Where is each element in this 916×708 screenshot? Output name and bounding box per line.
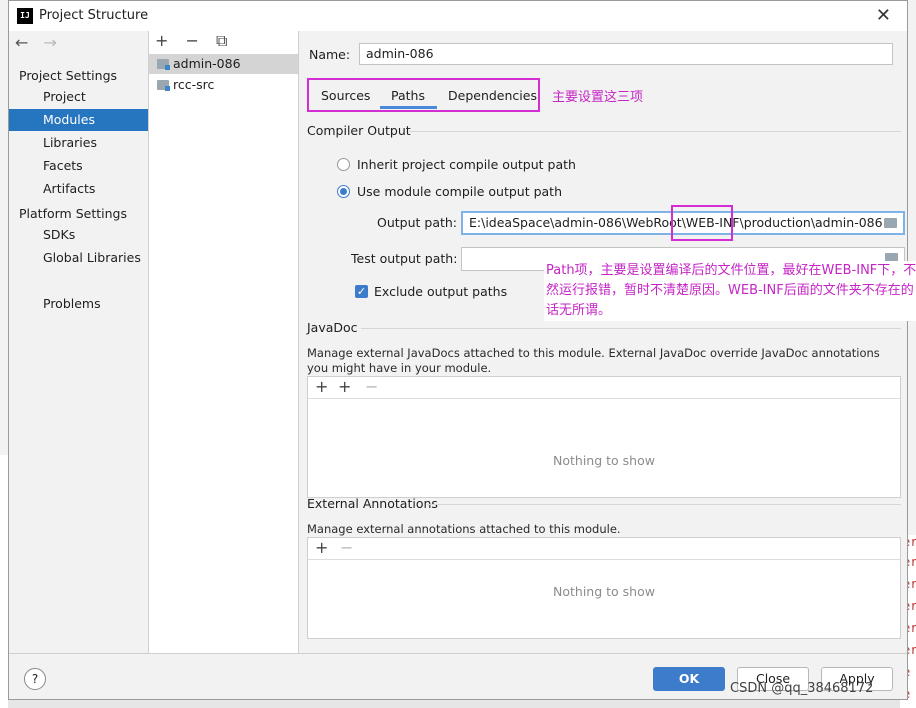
forward-arrow-icon[interactable]: → — [44, 33, 57, 52]
use-module-output-label: Use module compile output path — [357, 184, 563, 199]
javadoc-toolbar: + + − — [308, 377, 900, 399]
remove-module-icon[interactable]: − — [186, 31, 199, 50]
remove-annotation-icon[interactable]: − — [340, 538, 353, 557]
nav-item-artifacts[interactable]: Artifacts — [9, 178, 148, 200]
window-title: Project Structure — [39, 8, 149, 23]
help-button[interactable]: ? — [24, 668, 46, 690]
module-item-rcc-src[interactable]: rcc-src — [149, 75, 298, 95]
module-folder-icon — [157, 80, 170, 91]
tabs-highlight-annotation: Sources Paths Dependencies — [307, 78, 540, 112]
nav-item-modules[interactable]: Modules — [9, 109, 148, 131]
section-divider — [361, 328, 901, 329]
modules-toolbar: + − ⧉ — [155, 31, 239, 53]
test-output-path-label: Test output path: — [351, 251, 458, 266]
web-inf-highlight-annotation — [671, 205, 733, 241]
browse-folder-icon[interactable] — [884, 218, 897, 228]
add-javadoc-icon[interactable]: + — [315, 377, 328, 396]
external-annotations-description: Manage external annotations attached to … — [307, 522, 621, 536]
active-tab-indicator — [380, 106, 437, 109]
project-structure-dialog: IJ Project Structure ✕ ← → Project Setti… — [8, 0, 916, 700]
javadoc-empty-text: Nothing to show — [553, 453, 655, 468]
tab-sources[interactable]: Sources — [321, 88, 370, 108]
external-annotations-toolbar: + − — [308, 538, 900, 560]
add-javadoc-url-icon[interactable]: + — [338, 377, 351, 396]
section-divider — [409, 131, 901, 132]
javadoc-description: Manage external JavaDocs attached to thi… — [307, 346, 880, 375]
module-detail-panel: Name: admin-086 Sources Paths Dependenci… — [299, 31, 916, 653]
module-name-input[interactable]: admin-086 — [359, 43, 893, 65]
project-settings-header: Project Settings — [19, 68, 118, 83]
nav-arrows: ← → — [15, 33, 67, 52]
intellij-app-icon: IJ — [17, 8, 33, 24]
external-annotations-empty-text: Nothing to show — [553, 584, 655, 599]
module-folder-icon — [157, 59, 170, 70]
remove-javadoc-icon[interactable]: − — [365, 377, 378, 396]
copy-module-icon[interactable]: ⧉ — [216, 31, 227, 50]
paths-annotation-text: Path项，主要是设置编译后的文件位置，最好在WEB-INF下，不然运行报错，暂… — [544, 261, 916, 321]
nav-item-problems[interactable]: Problems — [9, 293, 148, 315]
javadoc-list-panel: + + − Nothing to show — [307, 376, 901, 498]
nav-item-project[interactable]: Project — [9, 86, 148, 108]
external-annotations-title: External Annotations — [307, 496, 438, 511]
inherit-output-radio[interactable] — [337, 158, 350, 171]
platform-settings-header: Platform Settings — [19, 206, 127, 221]
nav-item-libraries[interactable]: Libraries — [9, 132, 148, 154]
ok-button[interactable]: OK — [653, 667, 725, 691]
module-item-admin-086[interactable]: admin-086 — [149, 54, 298, 74]
modules-list-panel: + − ⧉ admin-086 rcc-src — [149, 31, 299, 653]
name-label: Name: — [309, 47, 351, 62]
tab-dependencies[interactable]: Dependencies — [448, 88, 537, 108]
section-divider — [427, 504, 901, 505]
compiler-output-title: Compiler Output — [307, 123, 411, 138]
module-item-label: admin-086 — [173, 56, 241, 71]
tabs-annotation-text: 主要设置这三项 — [552, 90, 644, 105]
inherit-output-label: Inherit project compile output path — [357, 157, 576, 172]
module-item-label: rcc-src — [173, 77, 215, 92]
settings-navigation: ← → Project Settings Project Modules Lib… — [9, 31, 149, 653]
nav-item-global-libraries[interactable]: Global Libraries — [9, 247, 148, 269]
use-module-output-radio[interactable] — [337, 185, 350, 198]
back-arrow-icon[interactable]: ← — [15, 33, 28, 52]
nav-item-facets[interactable]: Facets — [9, 155, 148, 177]
add-annotation-icon[interactable]: + — [315, 538, 328, 557]
exclude-output-checkbox[interactable]: ✓ — [355, 285, 368, 298]
add-module-icon[interactable]: + — [155, 31, 168, 50]
watermark-text: CSDN @qq_38468172 — [730, 681, 874, 696]
exclude-output-label: Exclude output paths — [374, 284, 508, 299]
title-bar[interactable]: IJ Project Structure ✕ — [9, 1, 907, 31]
javadoc-title: JavaDoc — [307, 320, 358, 335]
output-path-label: Output path: — [377, 215, 458, 230]
nav-item-sdks[interactable]: SDKs — [9, 224, 148, 246]
close-icon[interactable]: ✕ — [876, 5, 891, 26]
background-window-bottom — [8, 700, 900, 708]
tab-paths[interactable]: Paths — [391, 88, 425, 108]
external-annotations-list-panel: + − Nothing to show — [307, 537, 901, 639]
